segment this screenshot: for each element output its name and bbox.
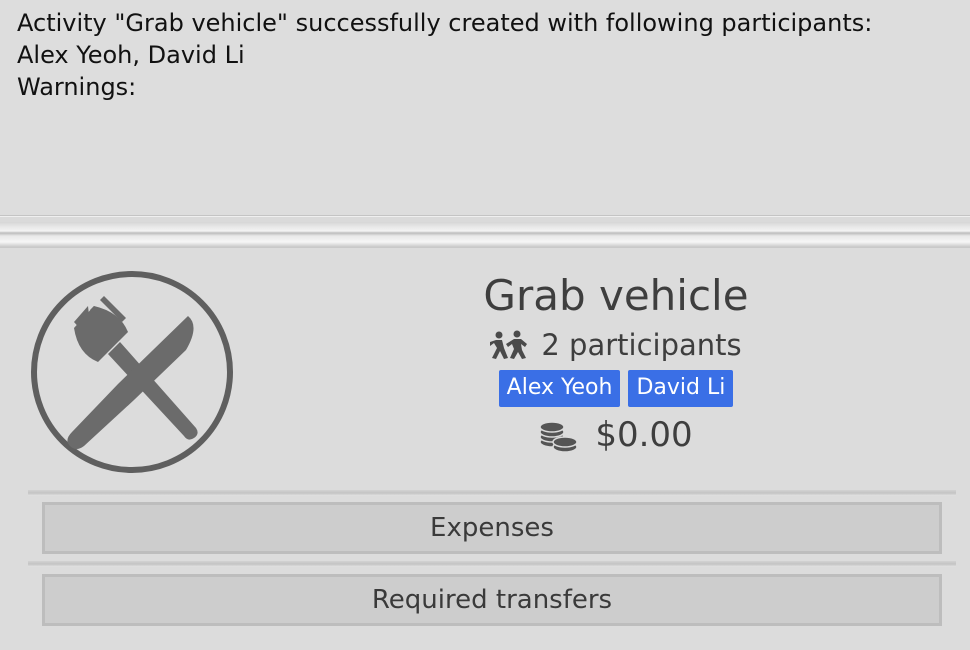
participants-count: 2 participants	[541, 328, 742, 362]
result-warnings: Warnings:	[17, 73, 137, 101]
participant-tag: David Li	[628, 370, 734, 407]
participants-count-row: 2 participants	[380, 325, 852, 365]
separator	[28, 490, 956, 496]
required-transfers-button[interactable]: Required transfers	[42, 574, 942, 626]
separator	[28, 561, 956, 567]
expenses-button[interactable]: Expenses	[42, 502, 942, 554]
participant-tags: Alex Yeoh David Li	[380, 370, 852, 407]
activity-details: Grab vehicle 2 participants Alex Yeoh Da…	[380, 268, 852, 459]
result-display: Activity "Grab vehicle" successfully cre…	[0, 0, 970, 216]
result-participants: Alex Yeoh, David Li	[17, 41, 245, 69]
fork-knife-icon	[31, 271, 233, 473]
result-message: Activity "Grab vehicle" successfully cre…	[17, 9, 873, 37]
coins-icon	[539, 421, 579, 452]
split-pane-divider[interactable]	[0, 222, 970, 248]
people-icon	[490, 330, 528, 359]
total-amount: $0.00	[595, 415, 693, 455]
participant-tag: Alex Yeoh	[498, 370, 621, 407]
amount-row: $0.00	[380, 411, 852, 459]
activity-title: Grab vehicle	[483, 271, 749, 320]
activity-card: Grab vehicle 2 participants Alex Yeoh Da…	[0, 248, 970, 650]
